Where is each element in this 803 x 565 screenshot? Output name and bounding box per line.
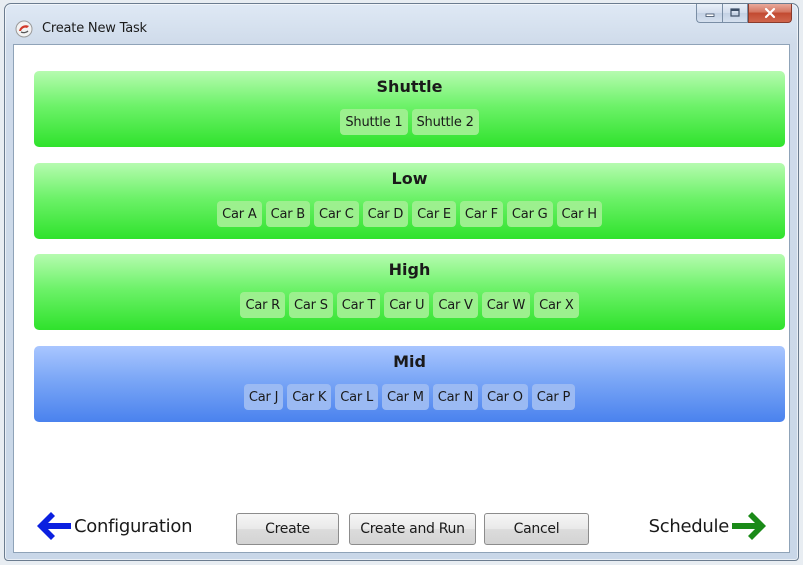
item-car-l[interactable]: Car L xyxy=(335,384,379,410)
dialog-content: Shuttle Shuttle 1 Shuttle 2 Low Car A Ca… xyxy=(13,44,790,553)
item-car-s[interactable]: Car S xyxy=(289,292,333,318)
minimize-icon xyxy=(705,13,714,17)
item-car-c[interactable]: Car C xyxy=(314,201,359,227)
group-title: Low xyxy=(391,169,428,188)
cancel-button[interactable]: Cancel xyxy=(484,513,589,545)
window-title: Create New Task xyxy=(42,21,147,36)
close-icon xyxy=(764,7,776,19)
dialog-window: Create New Task Shuttle Shuttle 1 Shuttl… xyxy=(4,3,799,561)
item-car-h[interactable]: Car H xyxy=(556,201,602,227)
next-arrow-shape xyxy=(732,512,766,540)
group-title: Mid xyxy=(393,352,426,371)
arrow-right-icon xyxy=(732,512,766,540)
item-car-e[interactable]: Car E xyxy=(412,201,456,227)
item-car-r[interactable]: Car R xyxy=(240,292,286,318)
maximize-button[interactable] xyxy=(722,4,748,23)
high-items: Car R Car S Car T Car U Car V Car W Car … xyxy=(34,292,785,318)
item-car-v[interactable]: Car V xyxy=(433,292,478,318)
item-shuttle-1[interactable]: Shuttle 1 xyxy=(340,109,408,135)
next-to-schedule[interactable]: Schedule xyxy=(649,509,769,543)
create-button[interactable]: Create xyxy=(236,513,339,545)
item-car-n[interactable]: Car N xyxy=(432,384,479,410)
item-car-j[interactable]: Car J xyxy=(243,384,284,410)
item-car-d[interactable]: Car D xyxy=(362,201,409,227)
item-car-a[interactable]: Car A xyxy=(217,201,262,227)
group-high: High Car R Car S Car T Car U Car V Car W… xyxy=(34,254,785,330)
title-bar[interactable]: Create New Task xyxy=(5,4,798,44)
mid-items: Car J Car K Car L Car M Car N Car O Car … xyxy=(34,384,785,410)
minimize-button[interactable] xyxy=(696,4,722,23)
next-label: Schedule xyxy=(648,515,730,537)
shuttle-items: Shuttle 1 Shuttle 2 xyxy=(34,109,785,135)
item-car-f[interactable]: Car F xyxy=(459,201,503,227)
group-mid: Mid Car J Car K Car L Car M Car N Car O … xyxy=(34,346,785,422)
item-car-g[interactable]: Car G xyxy=(506,201,553,227)
item-car-o[interactable]: Car O xyxy=(482,384,528,410)
item-shuttle-2[interactable]: Shuttle 2 xyxy=(411,109,479,135)
item-car-b[interactable]: Car B xyxy=(265,201,311,227)
item-car-t[interactable]: Car T xyxy=(336,292,381,318)
arrow-left-icon xyxy=(37,512,71,540)
back-label: Configuration xyxy=(74,515,193,537)
back-to-configuration[interactable]: Configuration xyxy=(34,509,192,543)
item-car-m[interactable]: Car M xyxy=(382,384,429,410)
group-low: Low Car A Car B Car C Car D Car E Car F … xyxy=(34,163,785,239)
back-arrow-shape xyxy=(37,512,71,540)
maximize-icon xyxy=(730,8,740,17)
item-car-x[interactable]: Car X xyxy=(534,292,579,318)
item-car-w[interactable]: Car W xyxy=(481,292,531,318)
item-car-k[interactable]: Car K xyxy=(287,384,332,410)
close-button[interactable] xyxy=(748,4,792,23)
create-and-run-button[interactable]: Create and Run xyxy=(349,513,476,545)
group-shuttle: Shuttle Shuttle 1 Shuttle 2 xyxy=(34,71,785,147)
item-car-u[interactable]: Car U xyxy=(384,292,430,318)
low-items: Car A Car B Car C Car D Car E Car F Car … xyxy=(34,201,785,227)
window-controls xyxy=(696,4,792,24)
item-car-p[interactable]: Car P xyxy=(531,384,576,410)
app-icon xyxy=(15,20,33,38)
group-title: Shuttle xyxy=(376,77,443,96)
group-title: High xyxy=(388,260,431,279)
